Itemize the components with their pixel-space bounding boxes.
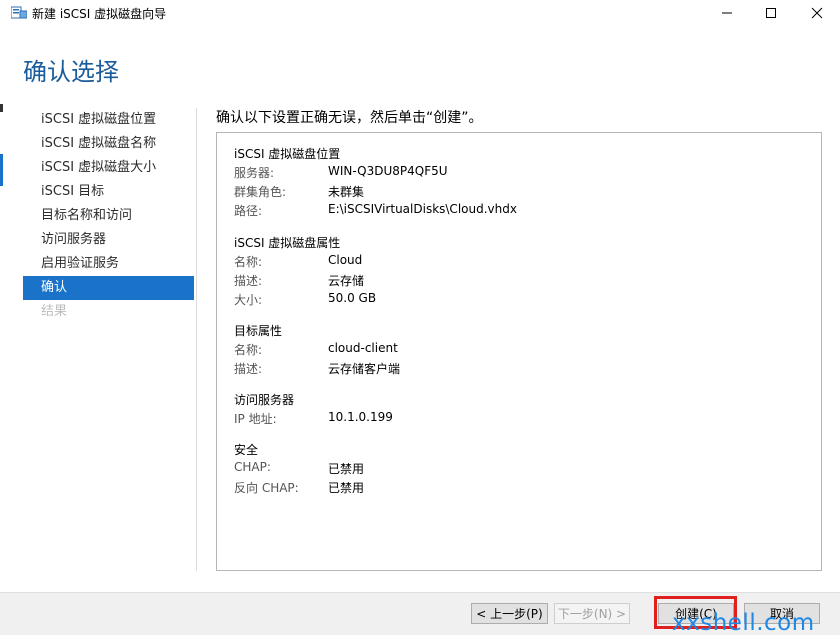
nav-divider [196, 108, 197, 571]
chap-value: 已禁用 [328, 462, 365, 476]
server-value: WIN-Q3DU8P4QF5U [328, 164, 448, 178]
section-target-properties-title: 目标属性 [234, 324, 283, 338]
target-name-label: 名称: [234, 343, 263, 357]
section-security-title: 安全 [234, 443, 259, 457]
nav-item-access-servers[interactable]: 访问服务器 [23, 228, 194, 252]
reverse-chap-label: 反向 CHAP: [234, 481, 299, 495]
edge-accent [0, 154, 3, 186]
section-disk-location-title: iSCSI 虚拟磁盘位置 [234, 147, 341, 161]
nav-item-disk-size[interactable]: iSCSI 虚拟磁盘大小 [23, 156, 194, 180]
disk-description-label: 描述: [234, 274, 263, 288]
watermark: xxshell.com [672, 610, 815, 636]
minimize-icon [722, 12, 732, 14]
target-description-value: 云存储客户端 [328, 362, 401, 376]
reverse-chap-value: 已禁用 [328, 481, 365, 495]
path-value: E:\iSCSIVirtualDisks\Cloud.vhdx [328, 202, 517, 216]
ip-address-label: IP 地址: [234, 412, 277, 426]
nav-item-results: 结果 [41, 304, 68, 319]
section-access-servers-title: 访问服务器 [234, 393, 295, 407]
disk-size-value: 50.0 GB [328, 291, 377, 305]
nav-item-enable-auth[interactable]: 启用验证服务 [23, 252, 194, 276]
path-label: 路径: [234, 204, 263, 218]
nav-item-confirmation[interactable]: 确认 [23, 276, 194, 300]
disk-description-value: 云存储 [328, 274, 365, 288]
maximize-button[interactable] [748, 0, 794, 26]
ip-address-value: 10.1.0.199 [328, 410, 393, 424]
disk-size-label: 大小: [234, 293, 263, 307]
nav-item-target-name-access[interactable]: 目标名称和访问 [23, 204, 194, 228]
nav-item-disk-location[interactable]: iSCSI 虚拟磁盘位置 [23, 108, 194, 132]
nav-item-iscsi-target[interactable]: iSCSI 目标 [23, 180, 194, 204]
target-description-label: 描述: [234, 362, 263, 376]
edge-mark [0, 104, 3, 112]
nav-item-disk-name[interactable]: iSCSI 虚拟磁盘名称 [23, 132, 194, 156]
close-button[interactable] [794, 0, 840, 26]
wizard-steps-nav: iSCSI 虚拟磁盘位置 iSCSI 虚拟磁盘名称 iSCSI 虚拟磁盘大小 i… [23, 108, 194, 324]
cluster-role-label: 群集角色: [234, 185, 287, 199]
close-icon [811, 7, 823, 19]
disk-name-value: Cloud [328, 253, 363, 267]
target-name-value: cloud-client [328, 341, 398, 355]
minimize-button[interactable] [704, 0, 750, 26]
disk-name-label: 名称: [234, 255, 263, 269]
server-wizard-icon [11, 6, 27, 19]
background-window-edge [0, 26, 5, 592]
section-disk-properties-title: iSCSI 虚拟磁盘属性 [234, 236, 341, 250]
server-label: 服务器: [234, 166, 275, 180]
next-button[interactable]: 下一步(N) > [554, 603, 630, 624]
title-bar: 新建 iSCSI 虚拟磁盘向导 [0, 0, 840, 26]
page-title: 确认选择 [23, 58, 119, 86]
maximize-icon [766, 8, 776, 18]
window-title: 新建 iSCSI 虚拟磁盘向导 [32, 7, 167, 21]
confirmation-summary: iSCSI 虚拟磁盘位置 服务器: WIN-Q3DU8P4QF5U 群集角色: … [216, 132, 822, 571]
cluster-role-value: 未群集 [328, 185, 365, 199]
chap-label: CHAP: [234, 460, 271, 474]
instruction-text: 确认以下设置正确无误，然后单击“创建”。 [216, 110, 483, 126]
previous-button[interactable]: < 上一步(P) [471, 603, 548, 624]
